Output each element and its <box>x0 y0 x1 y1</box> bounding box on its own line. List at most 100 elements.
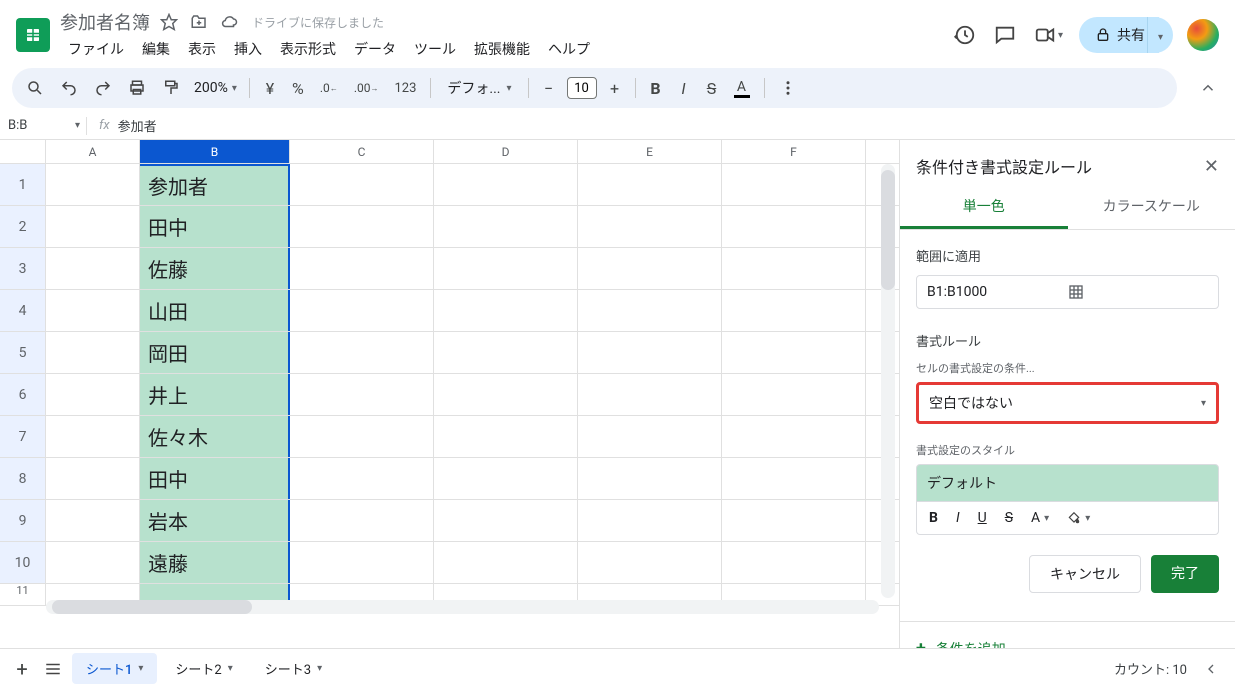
row-header[interactable]: 2 <box>0 206 46 247</box>
cell[interactable] <box>578 332 722 373</box>
cell[interactable] <box>722 332 866 373</box>
name-box[interactable]: B:B▾ <box>8 118 86 133</box>
vertical-scrollbar[interactable] <box>881 164 895 598</box>
row-header[interactable]: 4 <box>0 290 46 331</box>
cell[interactable] <box>722 248 866 289</box>
move-icon[interactable] <box>188 11 210 33</box>
cell[interactable] <box>434 332 578 373</box>
col-header-e[interactable]: E <box>578 140 722 163</box>
tab-single-color[interactable]: 単一色 <box>900 186 1068 229</box>
select-all-corner[interactable] <box>0 140 46 163</box>
number-format-icon[interactable]: 123 <box>388 75 422 102</box>
italic-icon[interactable]: I <box>672 73 696 104</box>
cell[interactable] <box>434 458 578 499</box>
percent-icon[interactable]: % <box>286 73 310 104</box>
close-icon[interactable]: ✕ <box>1204 156 1219 177</box>
row-header[interactable]: 10 <box>0 542 46 583</box>
sheets-logo[interactable] <box>16 18 50 52</box>
count-badge[interactable]: カウント: 10 <box>1114 659 1187 678</box>
share-dropdown[interactable]: ▾ <box>1147 17 1173 53</box>
cell[interactable] <box>46 206 140 247</box>
meet-icon[interactable]: ▾ <box>1032 22 1065 48</box>
undo-icon[interactable] <box>54 73 84 103</box>
cell[interactable] <box>722 206 866 247</box>
row-header[interactable]: 1 <box>0 164 46 205</box>
bold-icon[interactable]: B <box>644 73 668 104</box>
increase-decimal-icon[interactable]: .00→ <box>348 75 385 101</box>
add-rule-button[interactable]: + 条件を追加 <box>900 621 1235 648</box>
print-icon[interactable] <box>122 73 152 103</box>
cell[interactable]: 岡田 <box>140 332 290 373</box>
menu-tools[interactable]: ツール <box>406 37 464 61</box>
row-header[interactable]: 3 <box>0 248 46 289</box>
menu-edit[interactable]: 編集 <box>134 37 178 61</box>
sheet-tab-2[interactable]: シート2▾ <box>161 653 246 684</box>
strikethrough-icon[interactable]: S <box>700 73 724 104</box>
cell[interactable] <box>722 164 866 205</box>
cell[interactable] <box>290 164 434 205</box>
tab-color-scale[interactable]: カラースケール <box>1068 186 1235 229</box>
cell[interactable] <box>434 542 578 583</box>
cell[interactable] <box>722 542 866 583</box>
col-header-b[interactable]: B <box>140 140 290 163</box>
cell[interactable] <box>722 458 866 499</box>
more-toolbar-icon[interactable] <box>773 73 803 103</box>
decrease-decimal-icon[interactable]: .0← <box>314 75 344 101</box>
cell[interactable] <box>290 332 434 373</box>
cell[interactable] <box>578 416 722 457</box>
done-button[interactable]: 完了 <box>1151 555 1219 593</box>
cell[interactable]: 田中 <box>140 206 290 247</box>
style-italic-icon[interactable]: I <box>948 506 968 530</box>
sheet-tab-3[interactable]: シート3▾ <box>251 653 336 684</box>
style-fill-color-icon[interactable]: ▾ <box>1059 506 1098 530</box>
cell[interactable] <box>578 248 722 289</box>
style-bold-icon[interactable]: B <box>921 506 946 530</box>
cell[interactable] <box>290 500 434 541</box>
avatar[interactable] <box>1187 19 1219 51</box>
cell[interactable]: 岩本 <box>140 500 290 541</box>
text-color-icon[interactable]: A <box>728 73 756 104</box>
zoom-select[interactable]: 200%▾ <box>190 78 241 98</box>
cell[interactable]: 遠藤 <box>140 542 290 583</box>
col-header-c[interactable]: C <box>290 140 434 163</box>
style-strike-icon[interactable]: S <box>997 506 1021 530</box>
row-header[interactable]: 8 <box>0 458 46 499</box>
menu-help[interactable]: ヘルプ <box>540 37 598 61</box>
cell[interactable] <box>46 416 140 457</box>
cancel-button[interactable]: キャンセル <box>1029 555 1141 593</box>
cell[interactable] <box>290 290 434 331</box>
cell[interactable] <box>46 164 140 205</box>
cell[interactable] <box>46 458 140 499</box>
col-header-f[interactable]: F <box>722 140 866 163</box>
cloud-saved-icon[interactable] <box>218 11 240 33</box>
cell[interactable] <box>290 374 434 415</box>
cell[interactable] <box>290 416 434 457</box>
cell[interactable] <box>578 374 722 415</box>
cell[interactable] <box>290 458 434 499</box>
menu-format[interactable]: 表示形式 <box>272 37 344 61</box>
font-size-decrease[interactable]: − <box>537 73 561 104</box>
cell[interactable] <box>434 248 578 289</box>
cell[interactable] <box>434 164 578 205</box>
range-input[interactable]: B1:B1000 <box>916 275 1219 309</box>
font-select[interactable]: デフォ...▾ <box>439 76 519 100</box>
row-header[interactable]: 6 <box>0 374 46 415</box>
collapse-toolbar-icon[interactable] <box>1189 73 1227 103</box>
comment-icon[interactable] <box>992 22 1018 48</box>
cell[interactable] <box>578 164 722 205</box>
cell[interactable] <box>578 542 722 583</box>
cell[interactable]: 佐藤 <box>140 248 290 289</box>
style-underline-icon[interactable]: U <box>970 506 995 530</box>
cell[interactable] <box>578 290 722 331</box>
cell[interactable]: 山田 <box>140 290 290 331</box>
paint-format-icon[interactable] <box>156 73 186 103</box>
menu-view[interactable]: 表示 <box>180 37 224 61</box>
row-header[interactable]: 7 <box>0 416 46 457</box>
cell[interactable] <box>290 248 434 289</box>
col-header-d[interactable]: D <box>434 140 578 163</box>
cell[interactable] <box>46 248 140 289</box>
cell[interactable] <box>578 206 722 247</box>
cell[interactable] <box>434 416 578 457</box>
row-header[interactable]: 11 <box>0 584 46 605</box>
cell[interactable] <box>434 500 578 541</box>
